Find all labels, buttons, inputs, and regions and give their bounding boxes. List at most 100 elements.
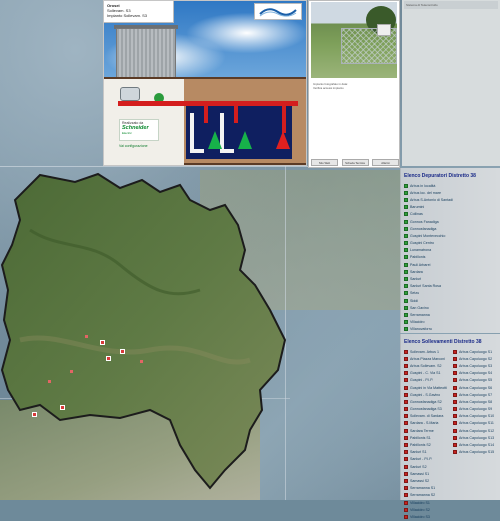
configuration-link[interactable]: Vai configurazione xyxy=(119,142,159,151)
map-marker[interactable] xyxy=(32,412,37,417)
list-item[interactable]: Arbus Capoluogo S8 xyxy=(453,398,499,405)
map-marker[interactable] xyxy=(120,349,125,354)
list-item[interactable]: Serramanna xyxy=(404,311,497,318)
list-item[interactable]: Pabillonis xyxy=(404,254,497,261)
list-item-label: Guspini - S.Gavino xyxy=(410,392,441,397)
list-item[interactable]: Serramanna S1 xyxy=(404,485,452,492)
list-item-label: Sardara xyxy=(410,269,423,274)
list-item[interactable]: Arbus Capoluogo S12 xyxy=(453,427,499,434)
list-item[interactable]: Villacidro S3 xyxy=(404,513,452,520)
list-item[interactable]: Sanluri S1 xyxy=(404,449,452,456)
map-marker[interactable] xyxy=(60,405,65,410)
list-item[interactable]: Arbus Capoluogo S6 xyxy=(453,384,499,391)
list-item[interactable]: Arbus Capoluogo S14 xyxy=(453,441,499,448)
list-item[interactable]: Guspini - C. Via S1 xyxy=(404,370,452,377)
map-marker[interactable] xyxy=(100,340,105,345)
green-square-icon xyxy=(404,183,408,188)
list-item[interactable]: Villacidro xyxy=(404,319,497,326)
suction-pipe xyxy=(190,113,194,151)
list-item[interactable]: Sollevam. Arbus 1 xyxy=(404,348,452,355)
list-item[interactable]: Siddi xyxy=(404,297,497,304)
list-item[interactable]: Arbus loc. del mare xyxy=(404,189,497,196)
list-item[interactable]: Gonnosfanadiga S3 xyxy=(404,406,452,413)
red-square-icon xyxy=(404,486,408,491)
list-item[interactable]: Sardara Terme xyxy=(404,427,452,434)
list-item-label: Pabillonis S2 xyxy=(410,443,431,448)
list-item[interactable]: Sollevam. di Sardara xyxy=(404,413,452,420)
list-item[interactable]: Arbus Capoluogo S1 xyxy=(453,348,499,355)
pump-status-icon[interactable] xyxy=(238,131,252,149)
list-item[interactable]: Gonnosfanadiga S2 xyxy=(404,398,452,405)
list-item[interactable]: Samassi S2 xyxy=(404,477,452,484)
list-item[interactable]: Arbus Capoluogo S7 xyxy=(453,391,499,398)
list-item-label: Sanluri S2 xyxy=(410,464,427,469)
list-item[interactable]: Guspini Montevecchio xyxy=(404,232,497,239)
map-marker[interactable] xyxy=(48,380,51,383)
datasheet-button[interactable]: Scheda Tecnica xyxy=(341,159,369,166)
list-item[interactable]: Setzu xyxy=(404,290,497,297)
list-item[interactable]: Sanluri xyxy=(404,275,497,282)
list-item-label: Arbus Capoluogo S14 xyxy=(459,443,495,448)
green-square-icon xyxy=(404,226,408,231)
list-item[interactable]: Arbus Capoluogo S15 xyxy=(453,449,499,456)
list-item[interactable]: Barumini xyxy=(404,204,497,211)
list-item[interactable]: Sanluri S2 xyxy=(404,463,452,470)
photo-caption: Impianto fotografato in data: Verifica a… xyxy=(313,82,397,90)
list-item[interactable]: Guspini Centro xyxy=(404,240,497,247)
list-item[interactable]: Arbus Capoluogo S13 xyxy=(453,434,499,441)
green-square-icon xyxy=(404,241,408,246)
district-region[interactable] xyxy=(0,170,290,490)
map-marker[interactable] xyxy=(70,370,73,373)
list-item[interactable]: Gonnos Fanadiga xyxy=(404,218,497,225)
list-item[interactable]: Sardara - S.Maria xyxy=(404,420,452,427)
pump-status-icon[interactable] xyxy=(208,131,222,149)
list-item[interactable]: Sanluri Santa Rosa xyxy=(404,283,497,290)
list-item[interactable]: Arbus Capoluogo S2 xyxy=(453,355,499,362)
list-item[interactable]: Arbus in località xyxy=(404,182,497,189)
photo-shed xyxy=(377,24,391,36)
red-square-icon xyxy=(404,478,408,483)
list-item[interactable]: Gonnosfanadiga xyxy=(404,225,497,232)
list-item[interactable]: Arbus Capoluogo S3 xyxy=(453,362,499,369)
site-photo[interactable] xyxy=(311,2,397,78)
alarms-button[interactable]: Allarmi xyxy=(372,159,399,166)
list-item[interactable]: Arbus S.Antonio di Santadi xyxy=(404,196,497,203)
list-item[interactable]: Guspini in Via Matteotti xyxy=(404,384,452,391)
schneider-logo[interactable]: Realizzato da Schneider Electric xyxy=(119,119,159,141)
list-item[interactable]: Arbus Capoluogo S11 xyxy=(453,420,499,427)
list-item[interactable]: Serramanna S2 xyxy=(404,492,452,499)
list-item[interactable]: San Gavino xyxy=(404,304,497,311)
map-marker[interactable] xyxy=(140,360,143,363)
list-item[interactable]: Arbus Sollevam. S2 xyxy=(404,362,452,369)
list-item[interactable]: Pabillonis S2 xyxy=(404,441,452,448)
red-square-icon xyxy=(453,428,457,433)
list-item[interactable]: Villacidro S2 xyxy=(404,506,452,513)
list-item[interactable]: Lunamatrona xyxy=(404,247,497,254)
control-cabin[interactable] xyxy=(116,28,176,78)
list-item[interactable]: Guspini - P.I.P. xyxy=(404,377,452,384)
list-item[interactable]: Villacidro S1 xyxy=(404,499,452,506)
list-item-label: Arbus Sollevam. S2 xyxy=(410,363,442,368)
caption-line: Verifica accessi impianto xyxy=(313,85,344,90)
list-item[interactable]: Sardara xyxy=(404,268,497,275)
list-item[interactable]: Villanovaforru xyxy=(404,326,497,333)
list-item[interactable]: Pabillonis S1 xyxy=(404,434,452,441)
list-item[interactable]: Sanluri - P.I.P. xyxy=(404,456,452,463)
list-item[interactable]: Arbus Capoluogo S4 xyxy=(453,370,499,377)
map-marker[interactable] xyxy=(106,356,111,361)
pump-icon[interactable] xyxy=(120,87,140,101)
website-button[interactable]: Sito Web xyxy=(311,159,338,166)
list-item[interactable]: Samassi S1 xyxy=(404,470,452,477)
pump-status-icon[interactable] xyxy=(276,131,290,149)
green-square-icon xyxy=(404,262,408,267)
list-item[interactable]: Collinas xyxy=(404,211,497,218)
map-marker[interactable] xyxy=(85,335,88,338)
list-item[interactable]: Arbus Capoluogo S9 xyxy=(453,406,499,413)
list-item-label: Gonnosfanadiga xyxy=(410,226,437,231)
list-item[interactable]: Arbus Piazza Marconi xyxy=(404,355,452,362)
list-item[interactable]: Arbus Capoluogo S5 xyxy=(453,377,499,384)
list-item[interactable]: Arbus Capoluogo S10 xyxy=(453,413,499,420)
list-item[interactable]: Guspini - S.Gavino xyxy=(404,391,452,398)
list-item[interactable]: Pauli Arbarei xyxy=(404,261,497,268)
discharge-pipe xyxy=(282,101,286,133)
